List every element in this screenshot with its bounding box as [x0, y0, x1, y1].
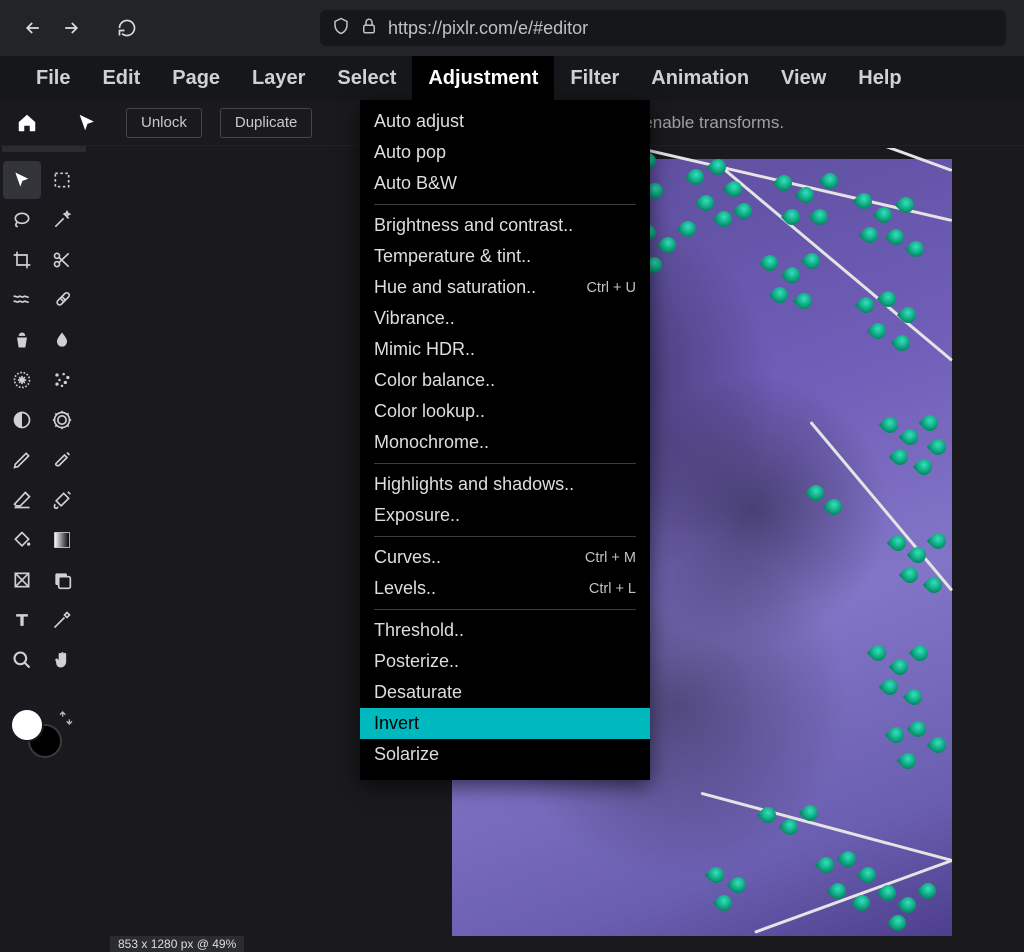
reload-button[interactable] [112, 13, 142, 43]
menu-edit[interactable]: Edit [86, 56, 156, 100]
dd-sep [374, 463, 636, 464]
shape-tool[interactable] [3, 561, 41, 599]
dd-vibrance[interactable]: Vibrance.. [360, 303, 650, 334]
adjustment-dropdown: Auto adjust Auto pop Auto B&W Brightness… [360, 100, 650, 780]
unlock-button[interactable]: Unlock [126, 108, 202, 138]
url-text: https://pixlr.com/e/#editor [388, 18, 588, 39]
fill-tool[interactable] [3, 521, 41, 559]
hand-tool[interactable] [43, 641, 81, 679]
main-menu-bar: File Edit Page Layer Select Adjustment F… [0, 56, 1024, 100]
menu-filter[interactable]: Filter [554, 56, 635, 100]
dd-monochrome[interactable]: Monochrome.. [360, 427, 650, 458]
home-button[interactable] [10, 106, 44, 140]
dd-exposure[interactable]: Exposure.. [360, 500, 650, 531]
pen-tool[interactable] [3, 441, 41, 479]
menu-help[interactable]: Help [842, 56, 917, 100]
reload-icon [117, 18, 137, 38]
dd-sep [374, 536, 636, 537]
scissors-tool[interactable] [43, 241, 81, 279]
menu-adjustment[interactable]: Adjustment [412, 56, 554, 100]
url-bar[interactable]: https://pixlr.com/e/#editor [320, 10, 1006, 46]
menu-animation[interactable]: Animation [635, 56, 765, 100]
dd-color-lookup[interactable]: Color lookup.. [360, 396, 650, 427]
menu-view[interactable]: View [765, 56, 842, 100]
lock-icon [360, 17, 378, 40]
arrow-right-icon [61, 18, 81, 38]
dd-temperature[interactable]: Temperature & tint.. [360, 241, 650, 272]
swap-colors-icon[interactable] [58, 710, 74, 731]
dd-auto-bw[interactable]: Auto B&W [360, 168, 650, 199]
duplicate-button[interactable]: Duplicate [220, 108, 313, 138]
back-button[interactable] [18, 13, 48, 43]
dodge-tool[interactable] [3, 401, 41, 439]
dd-sep [374, 204, 636, 205]
picker-tool[interactable] [43, 601, 81, 639]
dd-color-balance[interactable]: Color balance.. [360, 365, 650, 396]
dd-levels[interactable]: Levels..Ctrl + L [360, 573, 650, 604]
left-toolbox [0, 160, 84, 680]
canvas-dimensions: 853 x 1280 px @ 49% [118, 937, 236, 951]
dd-threshold[interactable]: Threshold.. [360, 615, 650, 646]
clone-tool[interactable] [3, 321, 41, 359]
lasso-tool[interactable] [3, 201, 41, 239]
dd-hue[interactable]: Hue and saturation..Ctrl + U [360, 272, 650, 303]
pointer-indicator [70, 106, 104, 140]
color-swatches [10, 708, 70, 768]
home-icon [16, 112, 38, 134]
arrow-left-icon [23, 18, 43, 38]
menu-layer[interactable]: Layer [236, 56, 321, 100]
forward-button[interactable] [56, 13, 86, 43]
dd-invert[interactable]: Invert [360, 708, 650, 739]
marquee-tool[interactable] [43, 161, 81, 199]
shield-icon [332, 17, 350, 40]
crop-tool[interactable] [3, 241, 41, 279]
dd-posterize[interactable]: Posterize.. [360, 646, 650, 677]
sponge-tool[interactable] [43, 401, 81, 439]
eraser-tool[interactable] [3, 481, 41, 519]
disperse-tool[interactable] [3, 361, 41, 399]
replace-tool[interactable] [43, 561, 81, 599]
dd-desaturate[interactable]: Desaturate [360, 677, 650, 708]
heal-tool[interactable] [43, 281, 81, 319]
text-tool[interactable] [3, 601, 41, 639]
dd-auto-pop[interactable]: Auto pop [360, 137, 650, 168]
foreground-color[interactable] [10, 708, 44, 742]
dd-solarize[interactable]: Solarize [360, 739, 650, 770]
menu-page[interactable]: Page [156, 56, 236, 100]
liquify-tool[interactable] [3, 281, 41, 319]
noise-tool[interactable] [43, 361, 81, 399]
brush-tool[interactable] [43, 441, 81, 479]
dd-highlights[interactable]: Highlights and shadows.. [360, 469, 650, 500]
zoom-tool[interactable] [3, 641, 41, 679]
pointer-icon [76, 112, 98, 134]
move-tool[interactable] [3, 161, 41, 199]
paint-tool[interactable] [43, 481, 81, 519]
gradient-tool[interactable] [43, 521, 81, 559]
status-bar: 853 x 1280 px @ 49% [110, 936, 244, 952]
wand-tool[interactable] [43, 201, 81, 239]
dd-brightness[interactable]: Brightness and contrast.. [360, 210, 650, 241]
menu-file[interactable]: File [20, 56, 86, 100]
menu-select[interactable]: Select [321, 56, 412, 100]
dd-hdr[interactable]: Mimic HDR.. [360, 334, 650, 365]
dd-auto-adjust[interactable]: Auto adjust [360, 106, 650, 137]
dd-sep [374, 609, 636, 610]
dd-curves[interactable]: Curves..Ctrl + M [360, 542, 650, 573]
browser-toolbar: https://pixlr.com/e/#editor [0, 0, 1024, 56]
blur-tool[interactable] [43, 321, 81, 359]
